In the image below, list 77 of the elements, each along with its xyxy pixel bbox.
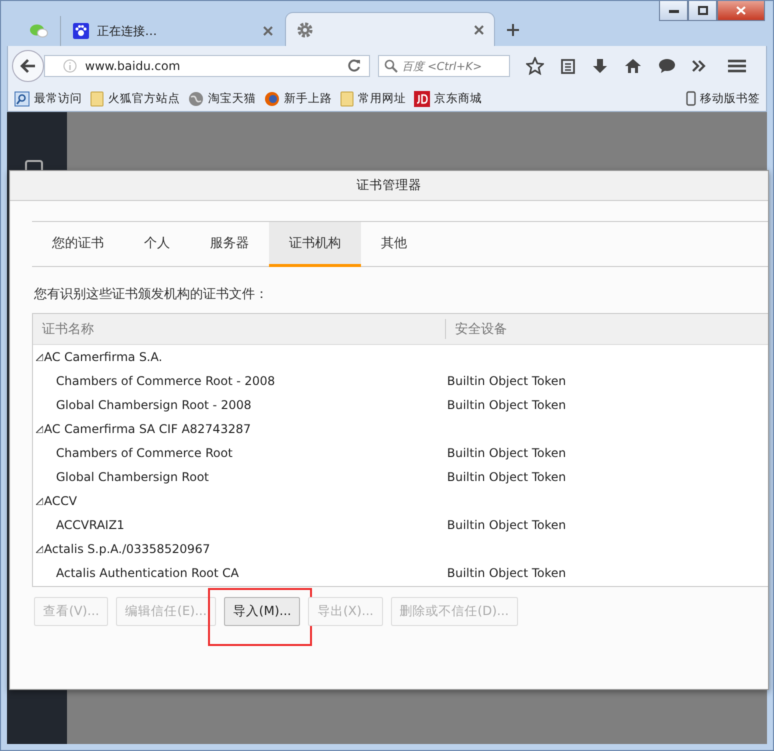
phone-icon	[686, 91, 696, 106]
back-button[interactable]	[12, 50, 44, 82]
bookmark[interactable]: 火狐官方站点	[90, 90, 180, 106]
maximize-icon	[698, 6, 708, 15]
tree-group-row[interactable]: AC Camerfirma S.A.	[33, 350, 447, 364]
clipboard-icon[interactable]	[560, 58, 576, 74]
device-name: Builtin Object Token	[447, 398, 566, 412]
dialog-title: 证书管理器	[10, 171, 768, 201]
maximize-button[interactable]	[688, 1, 717, 21]
close-button[interactable]	[717, 1, 765, 21]
close-icon	[736, 6, 746, 15]
globe-icon	[188, 90, 204, 106]
dialog-button: 删除或不信任(D)...	[390, 597, 518, 626]
folder-icon	[340, 90, 354, 106]
paw-icon	[73, 23, 89, 39]
search-field[interactable]: 百度 <Ctrl+K>	[402, 60, 502, 72]
back-arrow-icon	[20, 59, 36, 73]
certificate-name[interactable]: Global Chambersign Root	[33, 470, 447, 484]
chat-icon[interactable]	[658, 58, 676, 74]
star-icon[interactable]	[526, 57, 544, 75]
certificate-name[interactable]: Chambers of Commerce Root - 2008	[33, 374, 447, 388]
bookmark[interactable]: 最常访问	[14, 90, 82, 106]
dialog-button: 编辑信任(E)...	[116, 597, 216, 626]
bookmark-search-icon	[14, 90, 30, 106]
new-tab-icon[interactable]	[507, 24, 519, 36]
tree-group-row[interactable]: AC Camerfirma SA CIF A82743287	[33, 422, 447, 436]
expander-icon[interactable]	[36, 546, 43, 552]
dialog-button: 导出(X)...	[308, 597, 383, 626]
minimize-button[interactable]	[659, 1, 688, 21]
dialog-tab[interactable]: 您的证书	[32, 222, 124, 267]
store-logo-icon	[414, 90, 430, 106]
browser-tab[interactable]	[285, 12, 495, 46]
folder-icon	[90, 90, 104, 106]
menu-icon[interactable]	[728, 59, 746, 73]
certificate-name[interactable]: Chambers of Commerce Root	[33, 446, 447, 460]
bookmark[interactable]: 常用网址	[340, 90, 406, 106]
bookmark[interactable]: 新手上路	[264, 90, 332, 106]
info-icon	[63, 59, 77, 73]
home-icon[interactable]	[624, 58, 642, 74]
download-icon[interactable]	[592, 58, 608, 74]
chat-icon	[30, 24, 48, 38]
device-name: Builtin Object Token	[447, 446, 566, 460]
minimize-icon	[668, 8, 678, 12]
dialog-tab[interactable]: 证书机构	[269, 222, 361, 267]
certificate-name[interactable]: Global Chambersign Root - 2008	[33, 398, 447, 412]
certificate-name[interactable]: ACCVRAIZ1	[33, 518, 447, 532]
dialog-tab[interactable]: 个人	[124, 222, 190, 267]
search-field[interactable]: 百度 <Ctrl+K>	[378, 55, 510, 77]
bookmark[interactable]: 淘宝天猫	[188, 90, 256, 106]
mobile-bookmarks[interactable]: 移动版书签	[686, 91, 760, 106]
browser-tab[interactable]: 正在连接…	[63, 16, 283, 46]
device-name: Builtin Object Token	[447, 566, 566, 580]
url-field[interactable]: www.baidu.com	[44, 55, 370, 77]
tree-group-row[interactable]: Actalis S.p.A./03358520967	[33, 542, 447, 556]
gear-icon	[296, 20, 314, 38]
certificate-name[interactable]: Actalis Authentication Root CA	[33, 566, 447, 580]
column-header[interactable]: 证书名称	[33, 319, 446, 339]
tree-group-row[interactable]: ACCV	[33, 494, 447, 508]
expander-icon[interactable]	[36, 498, 43, 504]
dialog-tab[interactable]: 服务器	[190, 222, 269, 267]
expander-icon[interactable]	[36, 426, 43, 432]
dialog-button: 查看(V)...	[34, 597, 108, 626]
close-icon[interactable]	[263, 26, 273, 36]
device-name: Builtin Object Token	[447, 518, 566, 532]
tab-title: 正在连接…	[97, 22, 157, 40]
search-icon	[384, 59, 398, 73]
chevrons-icon[interactable]	[692, 60, 706, 72]
reload-icon[interactable]	[347, 59, 361, 73]
close-icon[interactable]	[474, 24, 484, 34]
dialog-tab[interactable]: 其他	[361, 222, 427, 267]
description-text: 您有识别这些证书颁发机构的证书文件：	[34, 286, 269, 303]
device-name: Builtin Object Token	[447, 470, 566, 484]
column-header[interactable]: 安全设备	[446, 314, 507, 344]
device-name: Builtin Object Token	[447, 374, 566, 388]
expander-icon[interactable]	[36, 354, 43, 360]
dialog-button[interactable]: 导入(M)...	[224, 597, 300, 626]
bookmark[interactable]: 京东商城	[414, 90, 482, 106]
